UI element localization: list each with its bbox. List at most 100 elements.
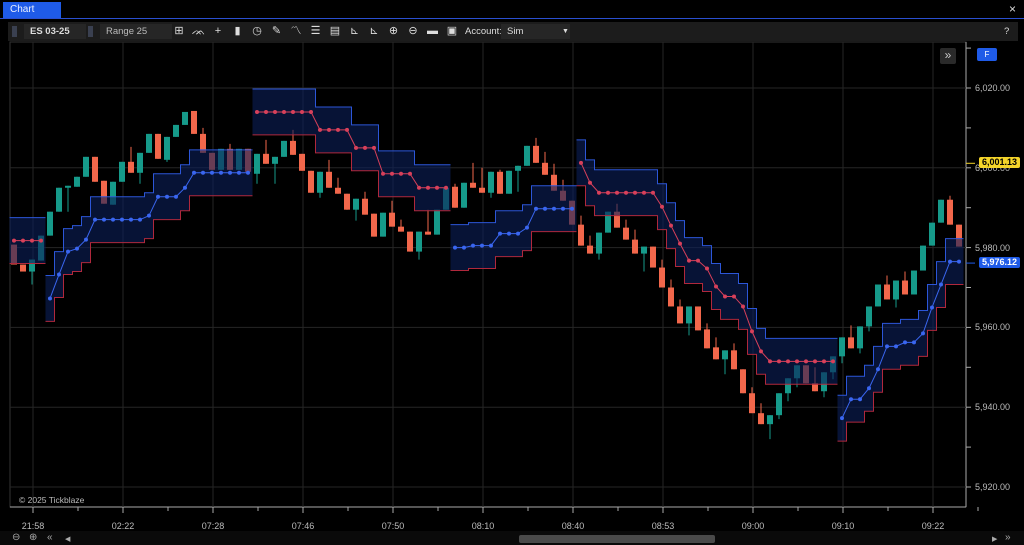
trail-dot [237,170,241,175]
trail-dot [30,238,34,243]
time-axis-label: 21:58 [21,521,45,531]
candle [281,140,287,157]
bullish-candle-body [506,170,512,194]
horizontal-scrollbar[interactable] [0,531,1024,545]
bearish-candle-body [326,171,332,188]
trail-dot [21,238,25,243]
bearish-candle-body [335,187,341,194]
candle [47,211,53,236]
time-axis-label: 07:50 [381,521,405,531]
trail-dot [822,359,826,364]
trail-dot [732,294,736,299]
trail-dot [201,170,205,175]
candle [875,284,881,307]
candle [371,213,377,237]
bullish-candle-body [857,326,863,349]
trail-dot [165,194,169,199]
candle [299,153,305,171]
bullish-candle-body [416,231,422,252]
bearish-candle-body [902,280,908,295]
trail-dot [930,305,934,310]
candle [182,111,188,125]
trail-dot [417,185,421,190]
trail-dot [552,206,556,211]
trail-dot [597,190,601,195]
bearish-candle-body [308,170,314,193]
scroll-to-end-icon[interactable]: » [1005,532,1011,543]
candle [938,199,944,223]
trail-dot [759,349,763,354]
bearish-candle-body [128,161,134,173]
scroll-left-icon[interactable]: ◀ [65,535,70,543]
trail-dot [228,170,232,175]
trail-dot [111,217,115,222]
scroll-right-icon[interactable]: ▶ [992,535,997,543]
trail-dot [75,246,79,251]
time-axis-label: 07:28 [201,521,225,531]
trail-dot [66,249,70,254]
bullish-candle-body [353,198,359,210]
bearish-candle-body [947,199,953,225]
trail-dot [705,266,709,271]
trail-dot [831,359,835,364]
bearish-candle-body [389,212,395,227]
trail-dot [174,194,178,199]
trail-dot [543,206,547,211]
candle [506,170,512,194]
time-axis-label: 09:22 [921,521,945,531]
bearish-candle-body [713,347,719,360]
candle [524,145,530,166]
candle [929,222,935,246]
trail-dot [336,127,340,132]
bullish-candle-body [596,232,602,254]
bullish-candle-body [317,171,323,193]
bearish-candle-body [533,145,539,163]
candle [920,245,926,271]
time-axis-label: 08:40 [561,521,585,531]
bullish-candle-body [929,222,935,246]
trail-dot [723,294,727,299]
bearish-candle-body [290,140,296,155]
time-axis-label: 08:53 [651,521,675,531]
bullish-candle-body [182,111,188,125]
bullish-candle-body [281,140,287,157]
bearish-candle-body [362,198,368,215]
bearish-candle-body [650,246,656,268]
candle [380,212,386,237]
trail-dot [120,217,124,222]
candle [650,246,656,268]
bullish-candle-body [74,176,80,187]
time-axis-label: 09:00 [741,521,765,531]
trail-dot [750,329,754,334]
bullish-candle-body [137,152,143,173]
price-axis-label: 5,940.00 [975,402,1011,413]
candle [173,124,179,137]
candle [164,136,170,162]
bearish-candle-body [632,239,638,254]
bullish-candle-body [380,212,386,237]
trail-dot [39,238,43,243]
bearish-candle-body [587,245,593,254]
bearish-candle-body [155,133,161,159]
trail-dot [129,217,133,222]
candle [20,264,26,272]
f-button[interactable]: F [977,48,997,61]
candle [191,110,197,134]
trail-dot [264,109,268,114]
zoom-out-icon[interactable]: ⊖ [12,532,20,543]
expand-panel-button[interactable]: » [940,48,956,64]
bullish-candle-body [173,124,179,137]
trail-dot [534,206,538,211]
trail-dot [12,238,16,243]
trail-dot [57,272,61,277]
bearish-candle-body [263,153,269,164]
bearish-candle-body [299,153,305,171]
zoom-in-icon[interactable]: ⊕ [29,532,37,543]
trail-dot [903,340,907,345]
price-chart[interactable] [0,0,1024,545]
trail-dot [867,386,871,391]
scrollbar-thumb[interactable] [519,535,715,543]
scroll-to-start-icon[interactable]: « [47,532,53,543]
candle [695,306,701,331]
candle [146,133,152,153]
